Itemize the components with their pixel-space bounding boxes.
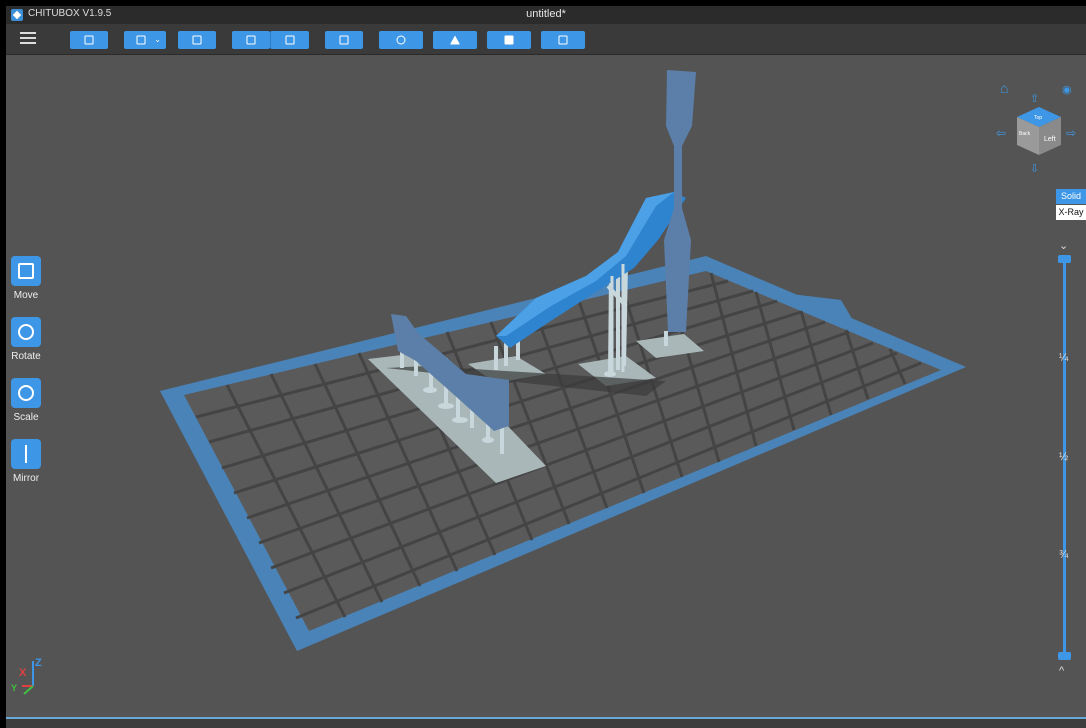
- layer-up-chevron-icon[interactable]: ⌄: [1059, 239, 1068, 252]
- move-icon: [11, 256, 41, 286]
- document-title: untitled*: [526, 8, 566, 20]
- move-tool-label: Move: [13, 290, 39, 301]
- move-tool[interactable]: Move: [8, 256, 44, 301]
- build-plate-inner: [184, 271, 941, 631]
- rotate-up-icon[interactable]: ⇧: [1030, 92, 1039, 105]
- scene-canvas: [22, 70, 966, 695]
- hollow-button[interactable]: [433, 31, 477, 49]
- save-button[interactable]: ⌄: [124, 31, 166, 49]
- layer-slider-bottom-handle[interactable]: [1058, 652, 1071, 660]
- rotate-tool-label: Rotate: [11, 351, 41, 362]
- export-icon: [285, 35, 295, 45]
- 3d-viewport[interactable]: Z X Y Move Rotate Scale Mirror ⌂ ◉ ⇧ ⇦ ⇨…: [6, 55, 1086, 717]
- title-bar: CHITUBOX V1.9.5 untitled*: [6, 6, 1086, 24]
- supports-icon: [396, 35, 406, 45]
- mirror-tool[interactable]: Mirror: [8, 439, 44, 484]
- rotate-icon: [11, 317, 41, 347]
- status-bar: [6, 717, 1086, 728]
- scale-icon: [11, 378, 41, 408]
- axis-z-label: Z: [35, 657, 42, 669]
- open-file-button[interactable]: [70, 31, 108, 49]
- layout-icon: [192, 35, 202, 45]
- layer-slider-top-handle[interactable]: [1058, 255, 1071, 263]
- axis-x-label: X: [19, 667, 27, 679]
- auto-layout-button[interactable]: [178, 31, 216, 49]
- save-icon: [136, 35, 146, 45]
- hamburger-menu-icon[interactable]: [20, 31, 38, 47]
- settings-icon: [339, 35, 349, 45]
- rotate-right-icon[interactable]: ⇨: [1066, 126, 1076, 140]
- machine-icon: [558, 35, 568, 45]
- mirror-icon: [11, 439, 41, 469]
- rotate-left-icon[interactable]: ⇦: [996, 126, 1006, 140]
- import-button[interactable]: [232, 31, 270, 49]
- folder-icon: [84, 35, 94, 45]
- view-cube[interactable]: Left Back Top: [1014, 105, 1064, 160]
- view-cube-left-face: Left: [1044, 136, 1056, 143]
- home-view-icon[interactable]: ⌂: [1000, 80, 1008, 96]
- layer-mark-quarter: ¼: [1059, 352, 1069, 364]
- import-icon: [246, 35, 256, 45]
- chitubox-window: CHITUBOX V1.9.5 untitled* ⌄ Z X Y Move R…: [6, 6, 1086, 728]
- solid-mode-button[interactable]: Solid: [1056, 189, 1086, 204]
- mirror-tool-label: Mirror: [12, 473, 40, 484]
- view-cube-top-face: Top: [1034, 115, 1042, 121]
- rotate-down-icon[interactable]: ⇩: [1030, 162, 1039, 175]
- scale-tool-label: Scale: [13, 412, 39, 423]
- chevron-down-icon: ⌄: [154, 35, 161, 44]
- slice-icon: [504, 35, 514, 45]
- eye-icon[interactable]: ◉: [1062, 83, 1072, 96]
- view-cube-back-face: Back: [1019, 131, 1031, 137]
- layer-mark-three-quarter: ¾: [1059, 549, 1069, 561]
- rotate-tool[interactable]: Rotate: [8, 317, 44, 362]
- axis-y-label: Y: [11, 683, 18, 693]
- slice-button[interactable]: [487, 31, 531, 49]
- layer-mark-half: ½: [1059, 451, 1069, 463]
- settings-button[interactable]: [325, 31, 363, 49]
- xray-mode-button[interactable]: X-Ray: [1056, 205, 1086, 220]
- export-button[interactable]: [270, 31, 309, 49]
- layer-down-chevron-icon[interactable]: ^: [1059, 665, 1064, 677]
- machine-button[interactable]: [541, 31, 585, 49]
- supports-button[interactable]: [379, 31, 423, 49]
- hollow-icon: [450, 35, 460, 45]
- scale-tool[interactable]: Scale: [8, 378, 44, 423]
- main-toolbar: ⌄: [6, 24, 1086, 55]
